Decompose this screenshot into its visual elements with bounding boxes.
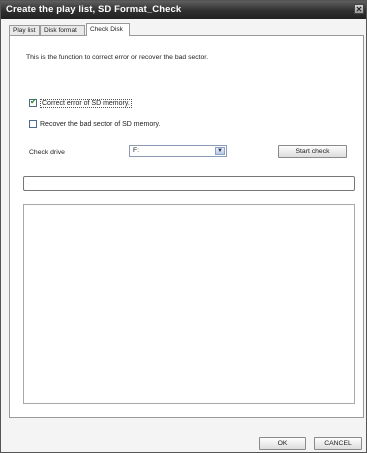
check-progress-bar xyxy=(23,176,355,191)
cancel-button[interactable]: CANCEL xyxy=(314,437,362,450)
recover-bad-sector-checkbox[interactable] xyxy=(29,120,37,128)
tab-play-list[interactable]: Play list xyxy=(9,25,40,35)
close-icon[interactable]: ✕ xyxy=(354,4,364,14)
dialog-window: Create the play list, SD Format_Check ✕ … xyxy=(0,0,367,453)
chevron-down-icon[interactable]: ▼ xyxy=(215,147,225,155)
correct-error-checkbox[interactable] xyxy=(29,97,37,107)
check-drive-value: F: xyxy=(133,147,140,154)
function-description: This is the function to correct error or… xyxy=(26,54,209,61)
option-correct-error[interactable]: Correct error of SD memory. xyxy=(29,97,132,108)
tab-disk-format[interactable]: Disk format xyxy=(40,25,85,35)
check-drive-label: Check drive xyxy=(29,149,65,156)
option-recover-bad-sector[interactable]: Recover the bad sector of SD memory. xyxy=(29,119,160,129)
recover-bad-sector-label: Recover the bad sector of SD memory. xyxy=(40,120,161,128)
tab-check-disk[interactable]: Check Disk xyxy=(86,23,130,36)
check-result-log[interactable] xyxy=(23,204,355,404)
title-bar[interactable]: Create the play list, SD Format_Check ✕ xyxy=(1,1,366,19)
correct-error-label: Correct error of SD memory. xyxy=(40,98,132,108)
window-title: Create the play list, SD Format_Check xyxy=(6,4,182,15)
start-check-button[interactable]: Start check xyxy=(278,145,347,158)
ok-button[interactable]: OK xyxy=(259,437,306,450)
check-drive-select[interactable]: F: ▼ xyxy=(129,145,227,157)
